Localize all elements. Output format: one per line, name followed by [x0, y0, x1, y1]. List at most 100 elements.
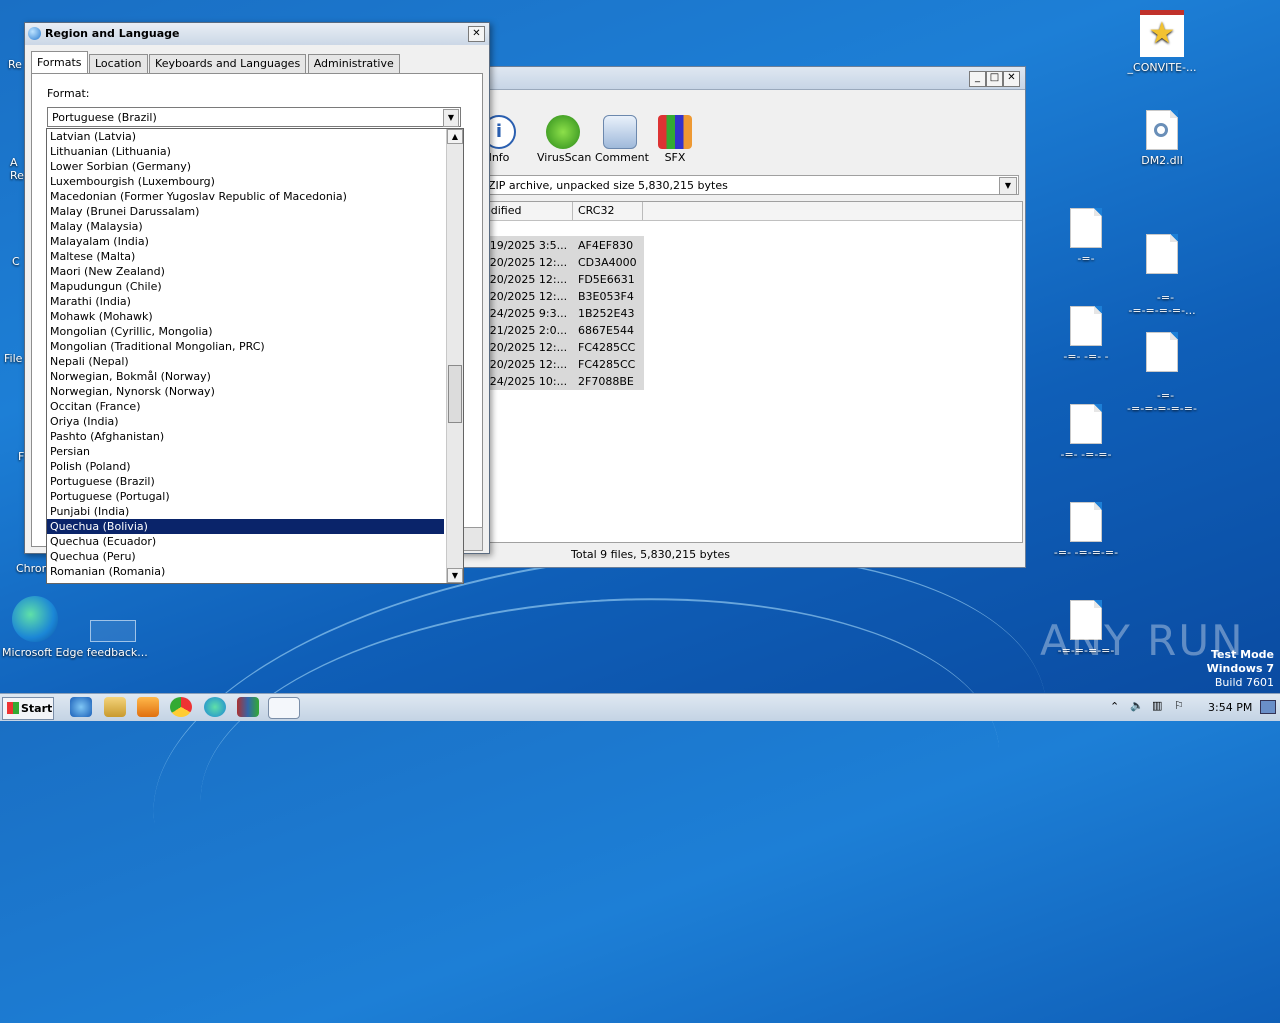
dropdown-option[interactable]: Polish (Poland)	[47, 459, 444, 474]
table-row[interactable]: /19/2025 3:5... AF4EF830	[486, 237, 633, 254]
table-row[interactable]: /21/2025 2:0... 6867E544	[486, 322, 634, 339]
dropdown-option[interactable]: Mapudungun (Chile)	[47, 279, 444, 294]
dropdown-option[interactable]: Occitan (France)	[47, 399, 444, 414]
dialog-close-button[interactable]: ✕	[468, 26, 485, 42]
flag-icon[interactable]: ⚐	[1174, 699, 1184, 712]
show-desktop-button[interactable]	[1260, 700, 1276, 714]
dropdown-option[interactable]: Marathi (India)	[47, 294, 444, 309]
dropdown-option[interactable]: Lithuanian (Lithuania)	[47, 144, 444, 159]
desktop-file-2[interactable]: -=- -=-=-=-=-...	[1122, 208, 1202, 317]
format-dropdown-list[interactable]: Latvian (Latvia) Lithuanian (Lithuania) Lo…	[46, 128, 464, 584]
dropdown-option[interactable]: Macedonian (Former Yugoslav Republic of …	[47, 189, 444, 204]
tray-arrow-icon[interactable]: ⌃	[1110, 700, 1119, 713]
tab-keyboards-languages[interactable]: Keyboards and Languages	[149, 54, 307, 73]
dropdown-scrollbar[interactable]: ▲ ▼	[446, 129, 463, 583]
tool-virusscan[interactable]: VirusScan	[537, 115, 591, 164]
desktop-file-4[interactable]: -=- -=-=-=-=-=-	[1122, 306, 1202, 415]
winrar-titlebar[interactable]	[441, 67, 1025, 90]
dropdown-option[interactable]: Latvian (Latvia)	[47, 129, 444, 144]
tab-location[interactable]: Location	[89, 54, 148, 73]
table-row[interactable]: /20/2025 12:... CD3A4000	[486, 254, 637, 271]
scroll-thumb[interactable]	[448, 365, 462, 423]
desktop-file-6[interactable]: -=- -=-=-=-	[1046, 502, 1126, 559]
dropdown-option[interactable]: Portuguese (Brazil)	[47, 474, 444, 489]
archive-path-field[interactable]: ZIP archive, unpacked size 5,830,215 byt…	[481, 175, 1019, 195]
file-list[interactable]: odified CRC32 /19/2025 3:5... AF4EF830 /2…	[481, 201, 1023, 543]
dropdown-option[interactable]: Romanian (Romania)	[47, 564, 444, 579]
dropdown-option[interactable]: Norwegian, Nynorsk (Norway)	[47, 384, 444, 399]
minimize-button[interactable]: _	[969, 71, 986, 87]
desktop-icon-label: -=- -=-=-=-=-=-	[1127, 389, 1197, 415]
close-button[interactable]: ✕	[1003, 71, 1020, 87]
scroll-up-icon[interactable]: ▲	[447, 129, 463, 144]
winrar-task-icon[interactable]	[237, 697, 259, 717]
dropdown-option[interactable]: Quechua (Bolivia)	[47, 519, 444, 534]
dropdown-option[interactable]: Persian	[47, 444, 444, 459]
volume-icon[interactable]: 🔈	[1130, 699, 1144, 712]
maximize-button[interactable]: □	[986, 71, 1003, 87]
network-icon[interactable]: ▥	[1152, 699, 1162, 712]
dropdown-option[interactable]: Maori (New Zealand)	[47, 264, 444, 279]
winrar-window[interactable]: _ □ ✕ i Info VirusScan Comment SFX ZIP a…	[440, 66, 1026, 568]
desktop-label-file[interactable]: File	[4, 352, 22, 365]
ie-icon[interactable]	[70, 697, 92, 717]
table-row[interactable]: /24/2025 9:3... 1B252E43	[486, 305, 635, 322]
table-row[interactable]: /20/2025 12:... B3E053F4	[486, 288, 634, 305]
start-button[interactable]: Start	[2, 697, 54, 720]
column-crc32[interactable]: CRC32	[578, 204, 614, 217]
edge-feedback-icon[interactable]	[12, 596, 58, 642]
dropdown-option[interactable]: Nepali (Nepal)	[47, 354, 444, 369]
tool-sfx[interactable]: SFX	[655, 115, 695, 164]
edge-icon[interactable]	[204, 697, 226, 717]
desktop-label-a[interactable]: A Re	[10, 156, 24, 182]
clock[interactable]: 3:54 PM	[1208, 701, 1252, 714]
explorer-icon[interactable]	[104, 697, 126, 717]
dropdown-option[interactable]: Malay (Malaysia)	[47, 219, 444, 234]
comment-icon	[603, 115, 637, 149]
sfx-icon	[658, 115, 692, 149]
scroll-down-icon[interactable]: ▼	[447, 568, 463, 583]
dropdown-option[interactable]: Portuguese (Portugal)	[47, 489, 444, 504]
dropdown-option[interactable]: Quechua (Ecuador)	[47, 534, 444, 549]
tool-label: SFX	[664, 151, 686, 164]
dialog-titlebar[interactable]: Region and Language ✕	[25, 23, 489, 45]
dropdown-option[interactable]: Luxembourgish (Luxembourg)	[47, 174, 444, 189]
desktop-icon-convite[interactable]: ★ _CONVITE-...	[1122, 10, 1202, 74]
chevron-down-icon[interactable]: ▼	[443, 109, 459, 127]
table-row[interactable]: /20/2025 12:... FC4285CC	[486, 356, 635, 373]
desktop-file-1[interactable]: -=-	[1046, 208, 1126, 265]
dropdown-option[interactable]: Norwegian, Bokmål (Norway)	[47, 369, 444, 384]
media-player-icon[interactable]	[137, 697, 159, 717]
table-row[interactable]: /20/2025 12:... FD5E6631	[486, 271, 635, 288]
watermark-line: Windows 7	[1206, 662, 1274, 675]
tab-administrative[interactable]: Administrative	[307, 54, 400, 73]
dropdown-option[interactable]: Maltese (Malta)	[47, 249, 444, 264]
desktop-icon-dm2dll[interactable]: DM2.dll	[1122, 110, 1202, 167]
dropdown-option[interactable]: Malayalam (India)	[47, 234, 444, 249]
desktop-label-recycle[interactable]: Re	[8, 58, 22, 71]
dropdown-option[interactable]: Quechua (Peru)	[47, 549, 444, 564]
dropdown-option[interactable]: Punjabi (India)	[47, 504, 444, 519]
dropdown-option[interactable]: Pashto (Afghanistan)	[47, 429, 444, 444]
desktop-label-c[interactable]: C	[12, 255, 20, 268]
dropdown-option[interactable]: Mongolian (Traditional Mongolian, PRC)	[47, 339, 444, 354]
tab-formats[interactable]: Formats	[31, 51, 88, 73]
table-row[interactable]: /24/2025 10:... 2F7088BE	[486, 373, 634, 390]
dropdown-option[interactable]: Mohawk (Mohawk)	[47, 309, 444, 324]
path-dropdown-button[interactable]: ▼	[999, 177, 1017, 195]
chrome-icon[interactable]	[170, 697, 192, 717]
tool-comment[interactable]: Comment	[595, 115, 649, 164]
dropdown-option[interactable]: Oriya (India)	[47, 414, 444, 429]
desktop-label-chrome[interactable]: Chron	[16, 562, 49, 575]
region-language-task-icon[interactable]	[268, 697, 300, 719]
desktop-icon-label: -=-	[1077, 252, 1095, 265]
dropdown-option[interactable]: Mongolian (Cyrillic, Mongolia)	[47, 324, 444, 339]
edge-feedback-label[interactable]: Microsoft Edge feedback...	[2, 646, 148, 659]
blank-icon	[90, 620, 136, 642]
table-row[interactable]: /20/2025 12:... FC4285CC	[486, 339, 635, 356]
dropdown-option[interactable]: Lower Sorbian (Germany)	[47, 159, 444, 174]
desktop-file-5[interactable]: -=- -=-=-	[1046, 404, 1126, 461]
dropdown-option[interactable]: Malay (Brunei Darussalam)	[47, 204, 444, 219]
desktop-file-3[interactable]: -=- -=- -	[1046, 306, 1126, 363]
format-combobox[interactable]: Portuguese (Brazil) ▼	[47, 107, 461, 127]
